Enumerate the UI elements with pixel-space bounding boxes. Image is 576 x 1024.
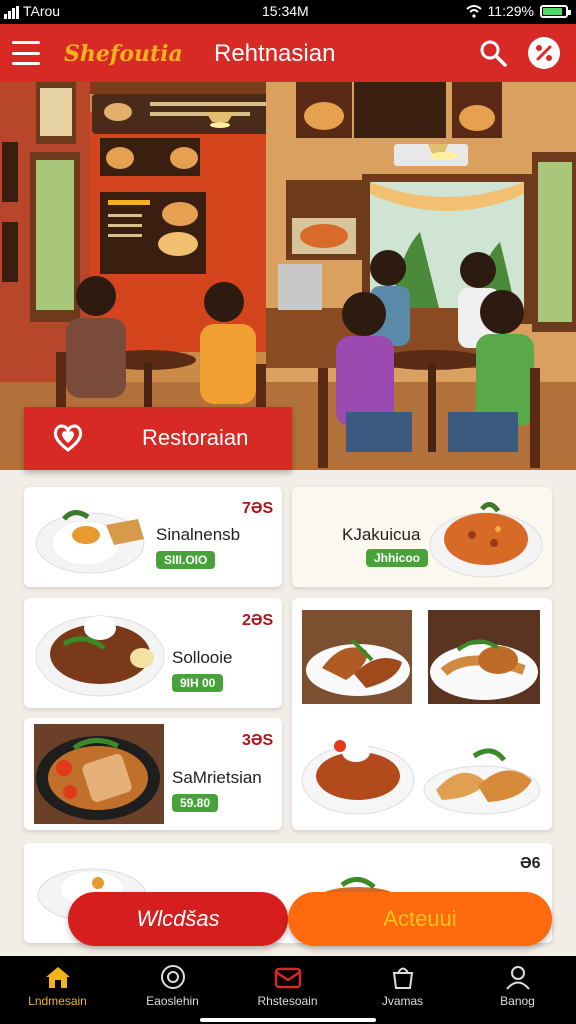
discount-icon[interactable] xyxy=(528,37,560,69)
nav-label: Rhstesoain xyxy=(257,994,318,1008)
wifi-icon xyxy=(465,4,482,18)
menu-card[interactable]: KJakuicua Jhhicoo xyxy=(292,487,552,587)
banner-label: Restoraian xyxy=(142,425,249,450)
dish-name: Sollooie xyxy=(172,648,233,667)
dish-name: KJakuicua xyxy=(342,525,421,544)
nav-tab-info[interactable]: Eaoslehin xyxy=(115,956,230,1024)
nav-label: Banog xyxy=(500,994,535,1008)
menu-card[interactable]: 2ƏS Sollooie 9IH 00 xyxy=(24,598,282,708)
dish-tag: 59.80 xyxy=(172,794,219,812)
mail-icon xyxy=(274,967,301,989)
dish-tag: 9IH 00 xyxy=(172,674,224,692)
home-indicator xyxy=(200,1018,376,1022)
nav-tab-messages[interactable]: Rhstesoain xyxy=(230,956,345,1024)
carrier-label: TArou xyxy=(23,3,61,19)
dish-price: 7ƏS xyxy=(242,500,274,517)
dish-image xyxy=(301,740,415,815)
nav-tab-orders[interactable]: Jvamas xyxy=(345,956,460,1024)
bottom-nav: Lndmesain Eaoslehin Rhstesoain Jvamas Ba… xyxy=(0,956,576,1024)
home-icon xyxy=(45,967,70,988)
page-title: Rehtnasian xyxy=(214,40,336,67)
bag-icon xyxy=(392,967,413,989)
dish-price: 2ƏS xyxy=(242,612,274,629)
profile-icon xyxy=(505,966,530,990)
signal-icon xyxy=(4,6,19,19)
nav-label: Eaoslehin xyxy=(146,994,199,1008)
clock: 15:34M xyxy=(262,3,309,19)
dish-name: SaMrietsian xyxy=(172,768,262,787)
menu-card[interactable]: 3ƏS SaMrietsian 59.80 xyxy=(24,718,282,830)
nav-label: Jvamas xyxy=(381,994,424,1008)
dish-image xyxy=(428,610,540,704)
battery-percent: 11:29% xyxy=(487,3,534,19)
search-icon[interactable] xyxy=(478,38,508,68)
app-bar: Shefoutia Rehtnasian xyxy=(0,24,576,82)
secondary-button[interactable]: Acteuui xyxy=(288,892,552,946)
menu-card-image-grid[interactable] xyxy=(292,598,552,830)
dish-tag: SIII.OIO xyxy=(156,551,216,569)
dish-name: Sinalnensb xyxy=(156,525,241,544)
dish-image xyxy=(35,615,165,697)
dish-tag: Jhhicoo xyxy=(366,549,429,567)
dish-price: Ə6 xyxy=(520,855,541,872)
nav-label: Lndmesain xyxy=(28,994,87,1008)
dish-image xyxy=(302,610,412,704)
nav-tab-profile[interactable]: Banog xyxy=(460,956,575,1024)
dish-image xyxy=(35,510,145,574)
nav-tab-home[interactable]: Lndmesain xyxy=(0,956,115,1024)
status-bar: TArou 15:34M 11:29% xyxy=(0,0,576,24)
brand-logo[interactable]: Shefoutia xyxy=(64,41,183,67)
dish-image xyxy=(429,502,543,578)
dish-image xyxy=(423,748,541,815)
restaurant-banner[interactable]: Restoraian xyxy=(24,407,292,470)
dish-price: 3ƏS xyxy=(242,732,274,749)
menu-card[interactable]: 7ƏS Sinalnensb SIII.OIO xyxy=(24,487,282,587)
battery-icon xyxy=(540,4,571,18)
dish-image xyxy=(34,724,164,824)
menu-icon[interactable] xyxy=(12,41,40,65)
primary-button[interactable]: Wlcdšas xyxy=(68,892,288,946)
heart-icon xyxy=(53,424,83,452)
info-icon xyxy=(160,965,185,989)
